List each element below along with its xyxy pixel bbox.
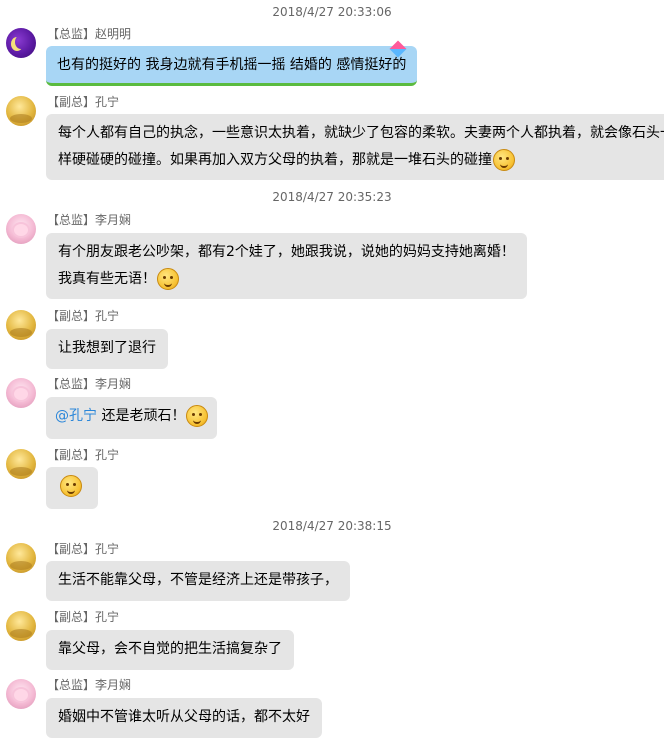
pink-avatar[interactable] — [6, 679, 36, 709]
message-bubble[interactable]: 生活不能靠父母，不管是经济上还是带孩子， — [46, 561, 350, 601]
sender-name: 【总监】李月娴 — [47, 213, 132, 227]
sender-name: 【总监】李月娴 — [47, 377, 132, 391]
message-text: 还是老顽石！ — [101, 408, 186, 424]
sender-name: 【副总】孔宁 — [47, 95, 120, 109]
message-bubble[interactable]: 也有的挺好的 我身边就有手机摇一摇 结婚的 感情挺好的 — [46, 46, 418, 86]
sender-name: 【总监】赵明明 — [47, 27, 132, 41]
message-text: 也有的挺好的 我身边就有手机摇一摇 结婚的 感情挺好的 — [57, 57, 407, 73]
message-text: 有个朋友跟老公吵架，都有2个娃了，她跟我说，说她的妈妈支持她离婚！ — [58, 244, 515, 260]
timestamp: 2018/4/27 20:33:06 — [272, 5, 392, 19]
message-text: 婚姻中不管谁太听从父母的话，都不太好 — [58, 709, 310, 725]
golden-avatar[interactable] — [6, 611, 36, 641]
message-bubble[interactable]: 每个人都有自己的执念，一些意识太执着，就缺少了包容的柔软。夫妻两个人都执着，就会… — [46, 114, 664, 180]
timestamp: 2018/4/27 20:35:23 — [272, 190, 392, 204]
message-text: 让我想到了退行 — [58, 340, 156, 356]
pink-avatar[interactable] — [6, 214, 36, 244]
golden-avatar[interactable] — [6, 543, 36, 573]
message-bubble[interactable]: @孔宁 还是老顽石！ — [46, 397, 218, 439]
golden-avatar[interactable] — [6, 96, 36, 126]
message-bubble[interactable]: 靠父母，会不自觉的把生活搞复杂了 — [46, 630, 294, 670]
smiley-emoji-icon — [493, 149, 515, 171]
golden-avatar[interactable] — [6, 310, 36, 340]
message-text: 靠父母，会不自觉的把生活搞复杂了 — [58, 641, 282, 657]
pink-avatar[interactable] — [6, 378, 36, 408]
message-bubble[interactable] — [46, 467, 98, 509]
timestamp: 2018/4/27 20:38:15 — [272, 519, 392, 533]
sender-name: 【副总】孔宁 — [47, 610, 120, 624]
message-bubble[interactable]: 婚姻中不管谁太听从父母的话，都不太好 — [46, 698, 322, 738]
sender-name: 【总监】李月娴 — [47, 678, 132, 692]
golden-avatar[interactable] — [6, 449, 36, 479]
message-text: 每个人都有自己的执念，一些意识太执着，就缺少了包容的柔软。夫妻两个人都执着，就会… — [58, 125, 664, 141]
sender-name: 【副总】孔宁 — [47, 309, 120, 323]
message-bubble[interactable]: 让我想到了退行 — [46, 329, 168, 369]
message-bubble[interactable]: 有个朋友跟老公吵架，都有2个娃了，她跟我说，说她的妈妈支持她离婚！ 我真有些无语… — [46, 233, 527, 299]
sender-name: 【副总】孔宁 — [47, 542, 120, 556]
message-text: 生活不能靠父母，不管是经济上还是带孩子， — [58, 572, 338, 588]
smiley-emoji-icon — [60, 475, 82, 497]
smiley-emoji-icon — [157, 268, 179, 290]
message-text-line: 我真有些无语！ — [58, 266, 515, 293]
mention-link[interactable]: @孔宁 — [55, 408, 97, 424]
sender-name: 【副总】孔宁 — [47, 448, 120, 462]
smiley-emoji-icon — [186, 405, 209, 427]
moon-avatar[interactable] — [6, 28, 36, 58]
message-text-line: 样硬碰硬的碰撞。如果再加入双方父母的执着，那就是一堆石头的碰撞 — [58, 147, 664, 174]
